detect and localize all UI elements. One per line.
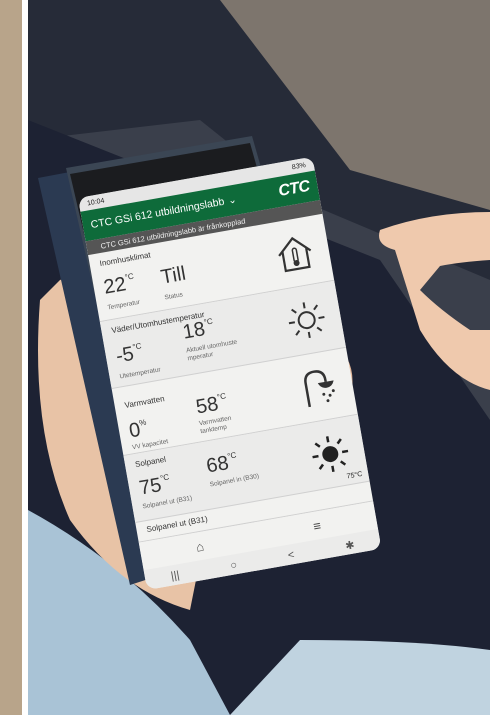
- indoor-status-value: Till: [159, 262, 188, 289]
- solar-out-value: 75°C: [137, 472, 170, 500]
- house-thermometer-icon: [278, 236, 312, 273]
- recent-apps-icon[interactable]: |||: [170, 569, 181, 582]
- menu-icon[interactable]: ≡: [312, 517, 322, 533]
- back-icon[interactable]: <: [287, 549, 295, 562]
- actual-temp-value: 18°C: [181, 316, 214, 344]
- ctc-logo: CTC: [277, 177, 311, 200]
- shower-icon: [304, 370, 335, 408]
- status-battery: 83%: [291, 161, 307, 171]
- indoor-temp-value: 22°C: [102, 271, 135, 299]
- status-time: 10:04: [86, 197, 105, 207]
- chevron-down-icon[interactable]: ⌄: [227, 194, 237, 206]
- system-home-icon[interactable]: ○: [229, 559, 238, 572]
- hw-capacity-value: 0%: [127, 417, 147, 443]
- home-icon[interactable]: ⌂: [195, 538, 205, 554]
- sun-icon: [312, 436, 349, 473]
- solar-tag: 75°C: [346, 470, 363, 481]
- sun-icon: [288, 302, 325, 339]
- accessibility-icon[interactable]: ✱: [344, 538, 355, 552]
- photo-scene: 10:04 83% CTC GSi 612 utbildningslabb ⌄ …: [0, 0, 490, 715]
- solar-in-value: 68°C: [204, 450, 238, 478]
- outdoor-temp-value: -5°C: [114, 341, 143, 368]
